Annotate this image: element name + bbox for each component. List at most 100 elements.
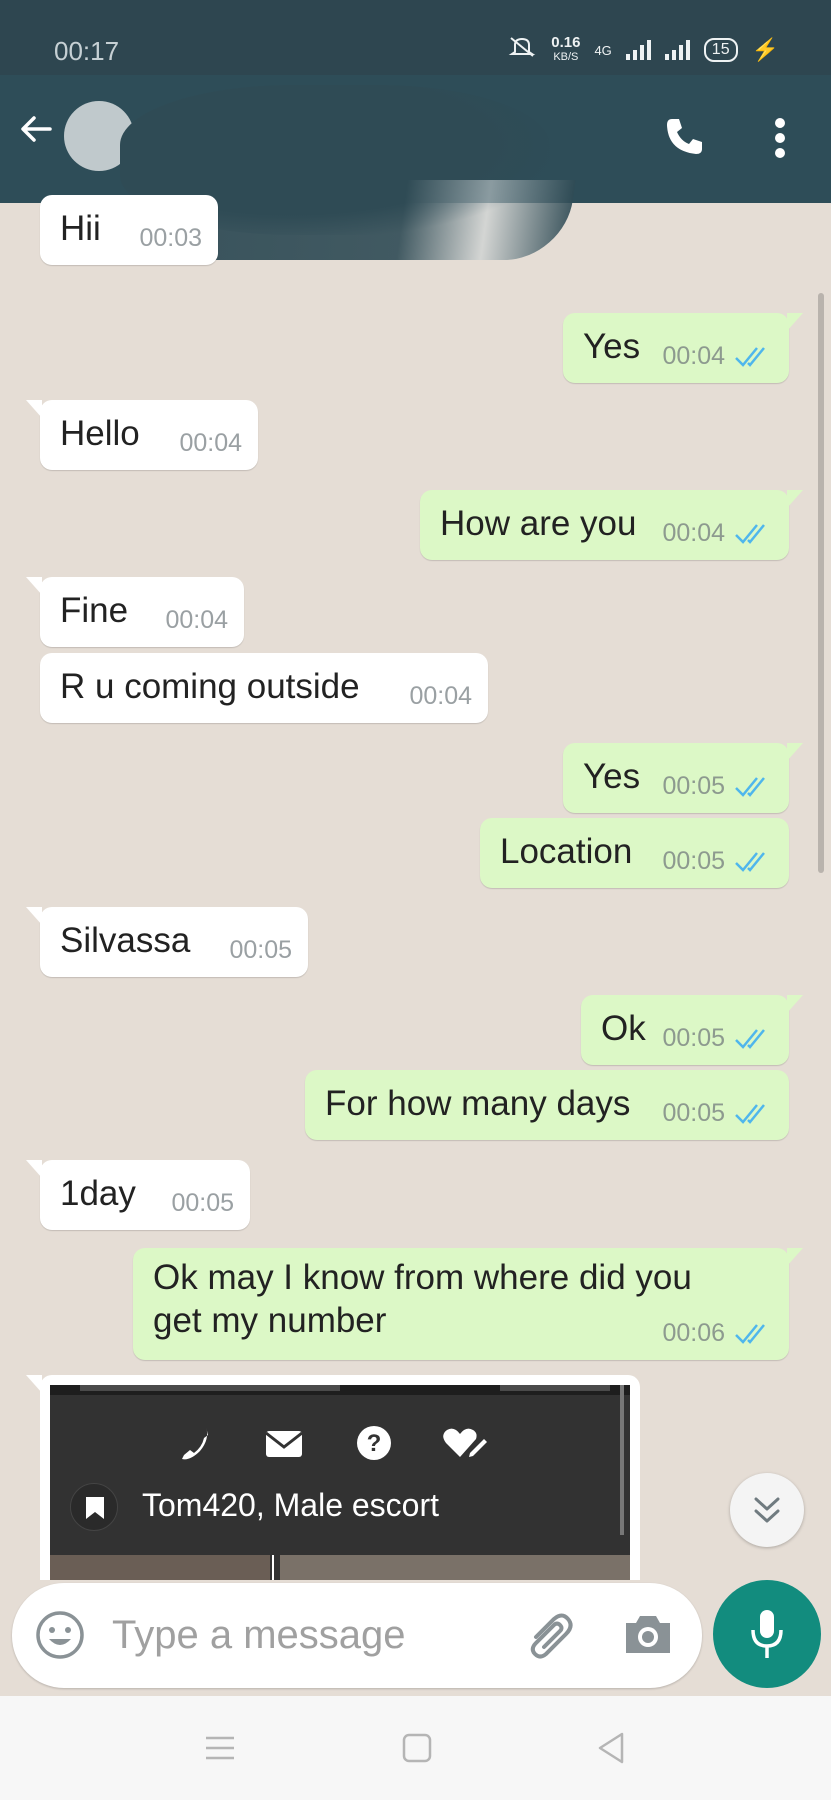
message-time: 00:05: [662, 847, 773, 876]
charging-icon: ⚡: [751, 37, 779, 62]
signal-icon: [625, 40, 651, 60]
message-text: Ok: [601, 1009, 646, 1048]
message-incoming[interactable]: Hello 00:04: [26, 400, 258, 470]
mail-icon: [265, 1431, 303, 1457]
menu-icon[interactable]: [200, 1730, 240, 1766]
phone-icon[interactable]: [660, 113, 708, 161]
message-incoming[interactable]: 1day 00:05: [26, 1160, 250, 1230]
read-ticks-icon: [735, 1028, 765, 1049]
message-time: 00:05: [662, 1099, 773, 1128]
preview-thumbnail: [50, 1555, 270, 1580]
voice-message-button[interactable]: [713, 1580, 821, 1688]
more-vert-icon[interactable]: [770, 115, 790, 159]
camera-icon[interactable]: [622, 1611, 674, 1659]
message-text: Ok may I know from where did you get my …: [153, 1258, 692, 1340]
double-chevron-down-icon: [754, 1497, 780, 1523]
message-time: 00:04: [662, 519, 773, 548]
message-outgoing[interactable]: Yes 00:04: [563, 313, 803, 383]
message-text: Silvassa: [60, 921, 191, 960]
svg-text:?: ?: [367, 1430, 382, 1457]
message-outgoing[interactable]: Ok may I know from where did you get my …: [133, 1248, 803, 1360]
message-time: 00:05: [662, 1024, 773, 1053]
home-icon[interactable]: [396, 1730, 436, 1766]
message-time-value: 00:04: [662, 519, 725, 547]
favorite-edit-icon: [443, 1428, 487, 1457]
signal-icon-2: [664, 40, 690, 60]
message-time: 00:04: [179, 429, 242, 458]
message-time-value: 00:05: [229, 936, 292, 964]
message-text: Location: [500, 832, 633, 871]
read-ticks-icon: [735, 1103, 765, 1124]
message-incoming[interactable]: Hii 00:03: [40, 195, 218, 265]
phone-icon: [182, 1427, 208, 1460]
message-text: Hii: [60, 209, 101, 248]
screenshot-preview[interactable]: ? Tom420, Male escort: [50, 1385, 630, 1580]
message-time-value: 00:05: [662, 1099, 725, 1127]
message-incoming[interactable]: Silvassa 00:05: [26, 907, 308, 977]
message-outgoing[interactable]: How are you 00:04: [420, 490, 803, 560]
message-time-value: 00:05: [662, 847, 725, 875]
message-text: Yes: [583, 327, 641, 366]
status-time: 00:17: [54, 36, 120, 66]
message-time: 00:03: [139, 224, 202, 253]
message-time-value: 00:04: [179, 429, 242, 457]
network-type: 4G: [594, 42, 612, 58]
message-time: 00:04: [165, 606, 228, 635]
message-text: 1day: [60, 1174, 136, 1213]
preview-divider: [272, 1555, 274, 1580]
battery-icon: 15: [703, 38, 738, 62]
message-composer: [12, 1583, 702, 1688]
message-text: Hello: [60, 414, 140, 453]
profile-name-bar: Tom420, Male escort: [50, 1477, 630, 1533]
profile-name: Tom420, Male escort: [142, 1487, 440, 1523]
message-outgoing[interactable]: Yes 00:05: [563, 743, 803, 813]
preview-thumbnail: [280, 1555, 630, 1580]
message-time-value: 00:04: [662, 342, 725, 370]
message-time-value: 00:05: [662, 1024, 725, 1052]
scrollbar[interactable]: [818, 293, 824, 873]
attach-icon[interactable]: [522, 1607, 578, 1663]
message-time: 00:04: [409, 682, 472, 711]
message-time-value: 00:04: [409, 682, 472, 710]
preview-scrollbar: [620, 1385, 624, 1535]
message-time-value: 00:04: [165, 606, 228, 634]
system-nav-bar: [0, 1696, 831, 1800]
message-time: 00:05: [662, 772, 773, 801]
message-time: 00:04: [662, 342, 773, 371]
message-outgoing[interactable]: Location 00:05: [480, 818, 789, 888]
read-ticks-icon: [735, 346, 765, 367]
read-ticks-icon: [735, 851, 765, 872]
message-time-value: 00:05: [171, 1189, 234, 1217]
message-incoming[interactable]: Fine 00:04: [26, 577, 244, 647]
status-icons: 0.16 KB/S 4G 15 ⚡: [507, 34, 779, 64]
net-speed-value: 0.16: [551, 34, 581, 51]
message-outgoing[interactable]: Ok 00:05: [581, 995, 803, 1065]
image-message[interactable]: ? Tom420, Male escort: [26, 1375, 640, 1580]
message-text: Fine: [60, 591, 129, 630]
emoji-icon[interactable]: [34, 1609, 86, 1661]
message-input[interactable]: [112, 1609, 492, 1661]
message-incoming[interactable]: R u coming outside 00:04: [40, 653, 488, 723]
back-arrow-icon[interactable]: [16, 109, 56, 149]
net-speed-unit: KB/S: [553, 51, 579, 63]
message-text: How are you: [440, 504, 637, 543]
message-time: 00:06: [662, 1319, 773, 1348]
message-outgoing[interactable]: For how many days 00:05: [305, 1070, 789, 1140]
message-time: 00:05: [229, 936, 292, 965]
back-icon[interactable]: [592, 1730, 632, 1766]
read-ticks-icon: [735, 776, 765, 797]
message-text: For how many days: [325, 1084, 631, 1123]
read-ticks-icon: [735, 1323, 765, 1344]
message-time-value: 00:03: [139, 224, 202, 252]
net-speed: 0.16 KB/S: [551, 34, 581, 64]
message-time: 00:05: [171, 1189, 234, 1218]
read-ticks-icon: [735, 523, 765, 544]
status-bar: 00:17 0.16 KB/S 4G 15 ⚡: [0, 0, 831, 75]
message-list[interactable]: Hii 00:03 Yes 00:04 Hello 00:04 How are …: [0, 195, 831, 1583]
scroll-to-bottom-button[interactable]: [730, 1473, 804, 1547]
message-text: Yes: [583, 757, 641, 796]
mute-icon: [507, 36, 537, 64]
mic-icon: [751, 1610, 783, 1658]
bookmark-icon: [70, 1483, 118, 1531]
message-text: R u coming outside: [60, 667, 360, 706]
